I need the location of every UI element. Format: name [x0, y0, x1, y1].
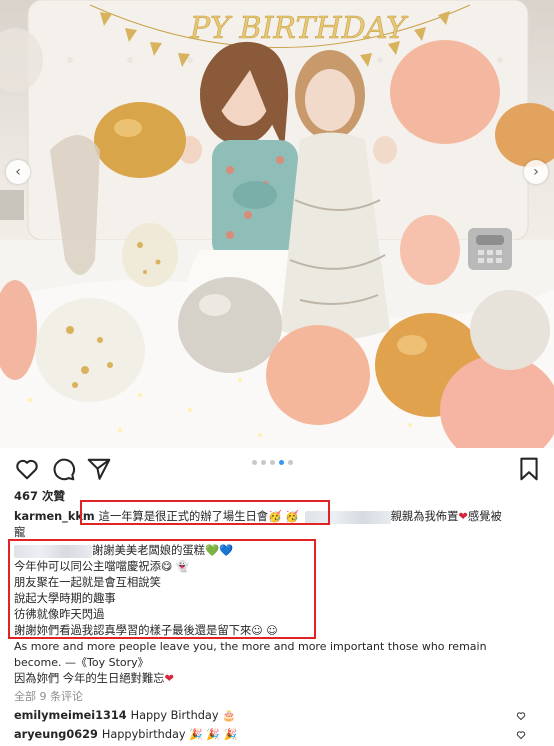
post-username[interactable]: karmen_kkm [14, 510, 95, 523]
bookmark-icon[interactable] [516, 456, 542, 482]
caption-text-3: 感覺被 [467, 510, 502, 523]
view-all-comments-link[interactable]: 全部 9 条评论 [14, 688, 83, 704]
caption-text-7: 朋友聚在一起就是會互相說笑 [14, 576, 161, 589]
caption-text-8: 說起大學時期的趣事 [14, 592, 116, 605]
comment-username[interactable]: aryeung0629 [14, 728, 98, 741]
caption-text-10: 謝謝妳們看過我認真學習的樣子最後還是留下來 [14, 624, 252, 637]
red-heart-emoji: ❤ [164, 672, 174, 685]
carousel-dot [270, 460, 275, 465]
party-face-emoji: 🥳 🥳 [268, 510, 299, 523]
banner-text: PY BIRTHDAY [189, 11, 409, 46]
caption-text-1: 這一年算是很正式的辦了場生日會 [98, 510, 269, 523]
comment-username[interactable]: emilymeimei1314 [14, 709, 127, 722]
red-heart-emoji: ❤ [458, 510, 468, 523]
quote-line-1: As more and more people leave you, the m… [14, 639, 487, 655]
comment-row: emilymeimei1314 Happy Birthday 🎂 [14, 708, 540, 724]
carousel-dot [261, 460, 266, 465]
carousel-prev-button[interactable]: ‹ [6, 160, 30, 184]
caption-text-5: 謝謝美美老闆娘的蛋糕 [92, 544, 205, 557]
closing-line: 因為妳們 今年的生日絕對難忘❤ [14, 671, 174, 687]
comment-bubble-icon[interactable] [50, 456, 76, 482]
blurred-mention [304, 510, 391, 524]
likes-count[interactable]: 467 次贊 [14, 488, 65, 504]
carousel-dot-active [279, 460, 284, 465]
blue-heart-emoji: 💙 [219, 544, 234, 557]
post-photo[interactable]: PY BIRTHDAY ‹ › [0, 0, 554, 448]
caption-line-8: 謝謝妳們看過我認真學習的樣子最後還是留下來☺ ☺ [14, 623, 278, 639]
caption-line-4: 今年仲可以同公主噹噹慶祝添😋 👻 [14, 559, 190, 575]
face-emoji: 😋 👻 [160, 560, 190, 573]
post-action-bar [0, 448, 554, 488]
cake-emoji: 🎂 [222, 709, 236, 722]
caption-line-7: 彷彿就像昨天閃過 [14, 607, 104, 623]
carousel-dot [252, 460, 257, 465]
green-heart-emoji: 💚 [204, 544, 220, 557]
quote-line-2: become. —《Toy Story》 [14, 655, 149, 671]
caption-text-4: 寵 [14, 526, 26, 539]
blurred-mention [14, 544, 92, 558]
caption-text-9: 彷彿就像昨天閃過 [14, 608, 105, 621]
closing-text: 因為妳們 今年的生日絕對難忘 [14, 672, 165, 685]
caption-line-2: 寵 [14, 525, 25, 541]
caption-line-5: 朋友聚在一起就是會互相說笑 [14, 575, 161, 591]
comment-like-heart-icon[interactable] [516, 711, 526, 721]
carousel-next-button[interactable]: › [524, 160, 548, 184]
quote-text-1: As more and more people leave you, the m… [14, 640, 487, 653]
paper-plane-icon[interactable] [86, 456, 112, 482]
quote-text-2: become. —《Toy Story》 [14, 656, 149, 669]
smile-emoji: ☺ ☺ [251, 624, 278, 637]
caption-text-6: 今年仲可以同公主噹噹慶祝添 [14, 560, 161, 573]
carousel-indicator [252, 460, 293, 468]
comment-text: Happy Birthday [130, 709, 219, 722]
comment-text: Happybirthday [101, 728, 186, 741]
party-popper-emoji: 🎉 🎉 🎉 [189, 728, 238, 741]
carousel-dot [288, 460, 293, 465]
comment-row: aryeung0629 Happybirthday 🎉 🎉 🎉 [14, 727, 540, 743]
caption-line-6: 說起大學時期的趣事 [14, 591, 116, 607]
heart-outline-icon[interactable] [14, 456, 40, 482]
caption-line-3: 謝謝美美老闆娘的蛋糕💚💙 [14, 543, 233, 559]
caption-text-2: 親親為我佈置 [390, 510, 459, 523]
caption-line-1: karmen_kkm 這一年算是很正式的辦了場生日會🥳 🥳 親親為我佈置❤感覺被 [14, 509, 502, 525]
comment-like-heart-icon[interactable] [516, 730, 526, 740]
birthday-photo-illustration: PY BIRTHDAY [0, 0, 554, 448]
